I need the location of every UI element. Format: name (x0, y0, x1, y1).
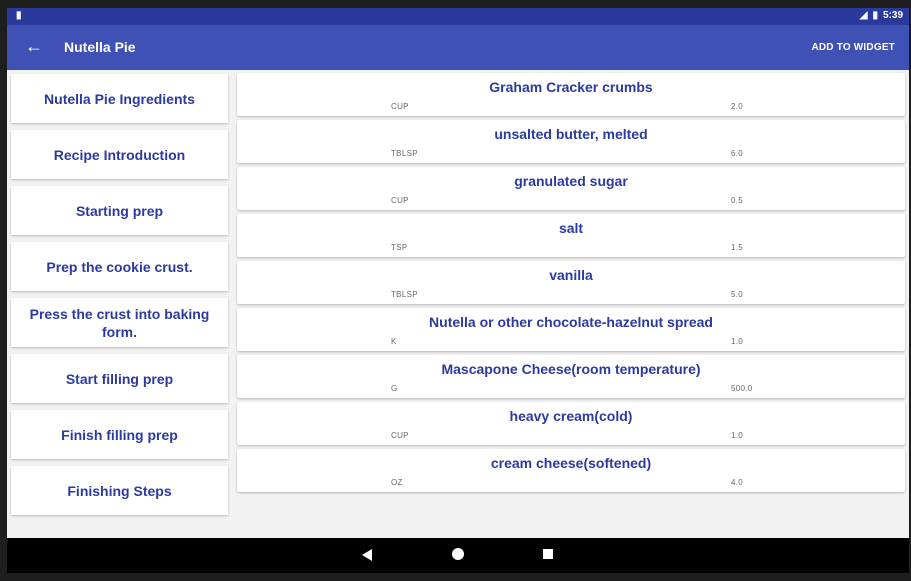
ingredient-quantity: 5.0 (731, 290, 744, 299)
ingredient-card: Mascapone Cheese(room temperature) G 500… (237, 355, 905, 398)
ingredient-name: Nutella or other chocolate-hazelnut spre… (429, 314, 713, 330)
ingredient-unit: TBLSP (391, 149, 418, 158)
ingredient-quantity: 1.0 (731, 337, 744, 346)
ingredient-unit: G (391, 384, 398, 393)
app-bar: ← Nutella Pie ADD TO WIDGET (7, 25, 909, 70)
ingredient-unit: CUP (391, 431, 409, 440)
step-label: Recipe Introduction (53, 146, 186, 163)
ingredient-card: cream cheese(softened) OZ 4.0 (237, 449, 905, 492)
ingredient-card: Graham Cracker crumbs CUP 2.0 (237, 73, 905, 116)
ingredient-quantity: 2.0 (731, 102, 744, 111)
ingredient-name: Graham Cracker crumbs (489, 79, 653, 95)
ingredient-unit: TBLSP (391, 290, 418, 299)
ingredient-quantity: 500.0 (731, 384, 753, 393)
ingredient-quantity: 6.0 (731, 149, 744, 158)
ingredient-name: Mascapone Cheese(room temperature) (441, 361, 701, 377)
nav-back-icon[interactable] (362, 549, 372, 561)
back-arrow-icon[interactable]: ← (24, 36, 44, 56)
step-label: Start filling prep (65, 370, 174, 387)
status-bar: ▮ ◢ ▮ 5:39 (7, 8, 909, 25)
ingredient-quantity: 4.0 (731, 478, 744, 487)
step-item[interactable]: Finish filling prep (11, 410, 228, 459)
ingredient-quantity: 1.0 (731, 431, 744, 440)
ingredient-quantity: 1.5 (731, 243, 744, 252)
ingredient-quantity: 0.5 (731, 196, 744, 205)
add-to-widget-button[interactable]: ADD TO WIDGET (811, 42, 895, 53)
ingredient-name: vanilla (549, 267, 593, 283)
ingredient-name: granulated sugar (514, 173, 628, 189)
status-time: 5:39 (882, 10, 903, 21)
ingredient-card: unsalted butter, melted TBLSP 6.0 (237, 120, 905, 163)
ingredient-card: granulated sugar CUP 0.5 (237, 167, 905, 210)
ingredient-card: vanilla TBLSP 5.0 (237, 261, 905, 304)
step-label: Finishing Steps (67, 482, 172, 499)
page-title: Nutella Pie (64, 39, 136, 55)
step-label: Press the crust into baking form. (29, 305, 210, 340)
ingredient-unit: OZ (391, 478, 403, 487)
nav-recents-icon[interactable] (543, 549, 553, 559)
step-item[interactable]: Finishing Steps (11, 466, 228, 515)
ingredient-unit: K (391, 337, 397, 346)
ingredient-unit: CUP (391, 102, 409, 111)
nav-home-icon[interactable] (452, 548, 464, 560)
step-item[interactable]: Recipe Introduction (11, 130, 228, 179)
signal-icon: ◢ (859, 10, 868, 21)
content-area: Nutella Pie Ingredients Recipe Introduct… (7, 70, 909, 538)
system-nav-bar (7, 538, 909, 573)
ingredients-list: Graham Cracker crumbs CUP 2.0 unsalted b… (237, 73, 905, 496)
ingredient-card: salt TSP 1.5 (237, 214, 905, 257)
step-label: Nutella Pie Ingredients (44, 90, 195, 107)
step-item[interactable]: Starting prep (11, 186, 228, 235)
step-label: Prep the cookie crust. (46, 258, 193, 275)
ingredient-name: unsalted butter, melted (494, 126, 648, 142)
ingredient-unit: TSP (391, 243, 408, 252)
step-item[interactable]: Nutella Pie Ingredients (11, 74, 228, 123)
battery-icon: ▮ (872, 10, 878, 21)
step-item[interactable]: Press the crust into baking form. (11, 298, 228, 347)
sd-card-icon: ▮ (16, 10, 22, 21)
ingredient-unit: CUP (391, 196, 409, 205)
ingredient-name: heavy cream(cold) (509, 408, 633, 424)
steps-list: Nutella Pie Ingredients Recipe Introduct… (11, 74, 228, 522)
ingredient-name: salt (558, 220, 584, 236)
step-item[interactable]: Start filling prep (11, 354, 228, 403)
device-screen: ▮ ◢ ▮ 5:39 ← Nutella Pie ADD TO WIDGET N… (7, 8, 909, 573)
step-item[interactable]: Prep the cookie crust. (11, 242, 228, 291)
status-icons: ◢ ▮ 5:39 (860, 10, 903, 21)
step-label: Starting prep (75, 202, 164, 219)
ingredient-card: Nutella or other chocolate-hazelnut spre… (237, 308, 905, 351)
ingredient-name: cream cheese(softened) (490, 455, 652, 471)
step-label: Finish filling prep (61, 426, 178, 443)
ingredient-card: heavy cream(cold) CUP 1.0 (237, 402, 905, 445)
